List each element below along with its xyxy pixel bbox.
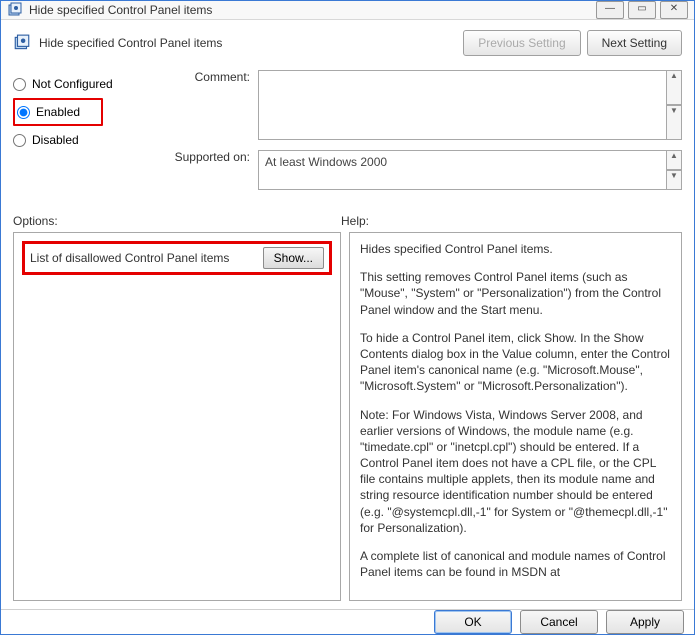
policy-title: Hide specified Control Panel items [39, 36, 222, 50]
radio-enabled-input[interactable] [17, 106, 30, 119]
radio-disabled-label: Disabled [32, 133, 79, 147]
help-paragraph: To hide a Control Panel item, click Show… [360, 330, 671, 395]
supported-spinner: ▲ ▼ [666, 150, 682, 190]
state-radios: Not Configured Enabled Disabled [13, 70, 163, 200]
help-paragraph: Hides specified Control Panel items. [360, 241, 671, 257]
help-paragraph: A complete list of canonical and module … [360, 548, 671, 580]
comment-spinner: ▲ ▼ [666, 70, 682, 140]
radio-disabled[interactable]: Disabled [13, 126, 163, 154]
previous-setting-button[interactable]: Previous Setting [463, 30, 580, 56]
option-disallowed-list: List of disallowed Control Panel items S… [22, 241, 332, 275]
radio-not-configured-input[interactable] [13, 78, 26, 91]
radio-not-configured-label: Not Configured [32, 77, 113, 91]
radio-disabled-input[interactable] [13, 134, 26, 147]
header: Hide specified Control Panel items Previ… [13, 30, 682, 56]
supported-up-icon[interactable]: ▲ [666, 150, 682, 170]
maximize-button[interactable]: ▭ [628, 1, 656, 19]
app-icon [7, 2, 23, 18]
help-paragraph: This setting removes Control Panel items… [360, 269, 671, 318]
radio-not-configured[interactable]: Not Configured [13, 70, 163, 98]
policy-icon [13, 34, 31, 52]
supported-down-icon[interactable]: ▼ [666, 170, 682, 190]
next-setting-button[interactable]: Next Setting [587, 30, 682, 56]
window-title: Hide specified Control Panel items [29, 3, 212, 17]
supported-value: At least Windows 2000 [265, 155, 387, 169]
options-panel: List of disallowed Control Panel items S… [13, 232, 341, 601]
comment-input[interactable] [258, 70, 667, 140]
help-panel[interactable]: Hides specified Control Panel items. Thi… [349, 232, 682, 601]
minimize-button[interactable]: ― [596, 1, 624, 19]
dialog-buttons: OK Cancel Apply [1, 609, 694, 634]
supported-field: At least Windows 2000 [258, 150, 667, 190]
ok-button[interactable]: OK [434, 610, 512, 634]
apply-button[interactable]: Apply [606, 610, 684, 634]
radio-enabled[interactable]: Enabled [13, 98, 103, 126]
help-label: Help: [341, 214, 369, 228]
help-paragraph: Note: For Windows Vista, Windows Server … [360, 407, 671, 537]
supported-label: Supported on: [163, 150, 258, 190]
comment-down-icon[interactable]: ▼ [666, 105, 682, 140]
show-button[interactable]: Show... [263, 247, 324, 269]
comment-label: Comment: [163, 70, 258, 140]
close-button[interactable]: ✕ [660, 1, 688, 19]
titlebar: Hide specified Control Panel items ― ▭ ✕ [1, 1, 694, 20]
option-disallowed-list-label: List of disallowed Control Panel items [30, 251, 263, 265]
cancel-button[interactable]: Cancel [520, 610, 598, 634]
radio-enabled-label: Enabled [36, 105, 80, 119]
options-label: Options: [13, 214, 341, 228]
comment-up-icon[interactable]: ▲ [666, 70, 682, 105]
